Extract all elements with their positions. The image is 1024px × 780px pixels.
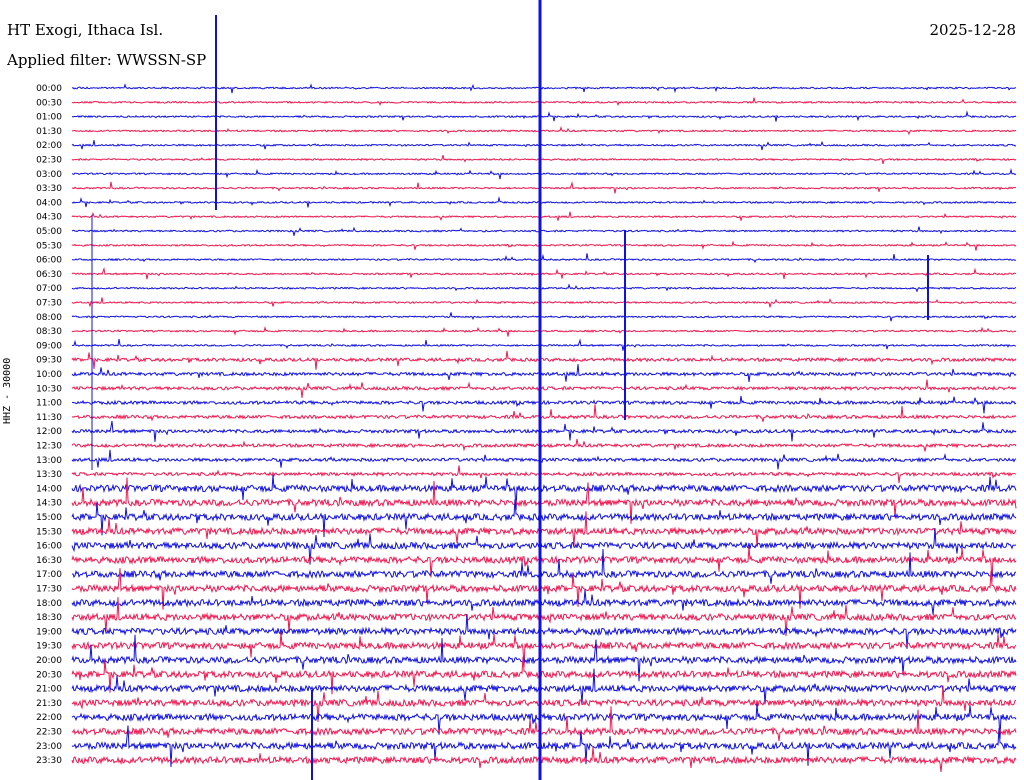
time-label: 20:00 (36, 656, 62, 666)
time-label: 19:30 (36, 642, 62, 652)
time-label: 04:00 (36, 198, 62, 208)
seismogram-plot: 00:00 00:30 01:00 01:30 02:00 02:30 03:00 03:30… (36, 0, 1017, 780)
time-label: 05:00 (36, 227, 62, 237)
time-label-group: 00:00 00:30 01:00 01:30 02:00 02:30 03:00 03:30… (36, 84, 62, 766)
time-label: 21:30 (36, 699, 62, 709)
time-label: 10:00 (36, 370, 62, 380)
time-label: 22:00 (36, 713, 62, 723)
trace-line (71, 338, 1017, 351)
time-label: 17:00 (36, 570, 62, 580)
time-label: 14:00 (36, 484, 62, 494)
time-label: 12:30 (36, 442, 62, 452)
time-label: 23:30 (36, 756, 62, 766)
time-label: 19:00 (36, 627, 62, 637)
time-label: 08:00 (36, 313, 62, 323)
time-label: 09:30 (36, 356, 62, 366)
time-label: 07:30 (36, 299, 62, 309)
time-label: 05:30 (36, 241, 62, 251)
time-label: 18:30 (36, 613, 62, 623)
time-label: 04:30 (36, 213, 62, 223)
trace-line (72, 126, 1017, 136)
time-label: 11:30 (36, 413, 62, 423)
trace-line (71, 465, 1017, 483)
trace-line (71, 240, 1017, 251)
trace-line (71, 97, 1017, 107)
trace-line (71, 363, 1017, 382)
time-label: 15:30 (36, 527, 62, 537)
trace-line (71, 589, 1017, 615)
time-label: 01:00 (36, 113, 62, 123)
trace-line (71, 283, 1017, 293)
time-label: 06:30 (36, 270, 62, 280)
trace-line (71, 379, 1017, 398)
trace-line (71, 253, 1017, 264)
trace-line (71, 420, 1017, 442)
time-label: 11:00 (36, 399, 62, 409)
time-label: 13:00 (36, 456, 62, 466)
trace-line (71, 266, 1017, 280)
time-label: 17:30 (36, 585, 62, 595)
trace-line (71, 312, 1017, 322)
trace-line (71, 546, 1017, 582)
time-label: 12:00 (36, 427, 62, 437)
trace-line (71, 449, 1017, 470)
trace-line (71, 140, 1017, 151)
time-label: 09:00 (36, 341, 62, 351)
time-label: 07:00 (36, 284, 62, 294)
time-label: 14:30 (36, 499, 62, 509)
time-label: 06:00 (36, 256, 62, 266)
trace-line (71, 226, 1017, 236)
time-label: 22:30 (36, 728, 62, 738)
trace-line (71, 438, 1017, 452)
time-label: 18:00 (36, 599, 62, 609)
trace-line (71, 706, 1017, 742)
trace-line (71, 548, 1016, 584)
time-label: 00:00 (36, 84, 62, 94)
trace-line (71, 746, 1017, 772)
trace-group (71, 0, 1017, 780)
time-label: 02:00 (36, 141, 62, 151)
time-label: 23:00 (36, 742, 62, 752)
time-label: 15:00 (36, 513, 62, 523)
time-label: 01:30 (36, 127, 62, 137)
time-label: 10:30 (36, 384, 62, 394)
trace-line (72, 404, 1017, 422)
trace-line (71, 83, 1017, 94)
time-label: 02:30 (36, 156, 62, 166)
trace-line (71, 168, 1017, 180)
time-label: 21:00 (36, 685, 62, 695)
trace-line (71, 211, 1017, 221)
time-label: 08:30 (36, 327, 62, 337)
trace-line (71, 326, 1017, 337)
time-label: 16:30 (36, 556, 62, 566)
trace-line (71, 297, 1017, 308)
time-label: 00:30 (36, 98, 62, 108)
time-label: 16:00 (36, 542, 62, 552)
trace-line (71, 181, 1016, 194)
time-label: 03:00 (36, 170, 62, 180)
trace-line (71, 395, 1017, 414)
time-label: 20:30 (36, 670, 62, 680)
trace-line (71, 110, 1017, 122)
time-label: 03:30 (36, 184, 62, 194)
trace-line (71, 350, 1017, 370)
trace-line (71, 154, 1017, 165)
trace-line (71, 703, 1017, 740)
time-label: 13:30 (36, 470, 62, 480)
trace-line (71, 196, 1017, 208)
